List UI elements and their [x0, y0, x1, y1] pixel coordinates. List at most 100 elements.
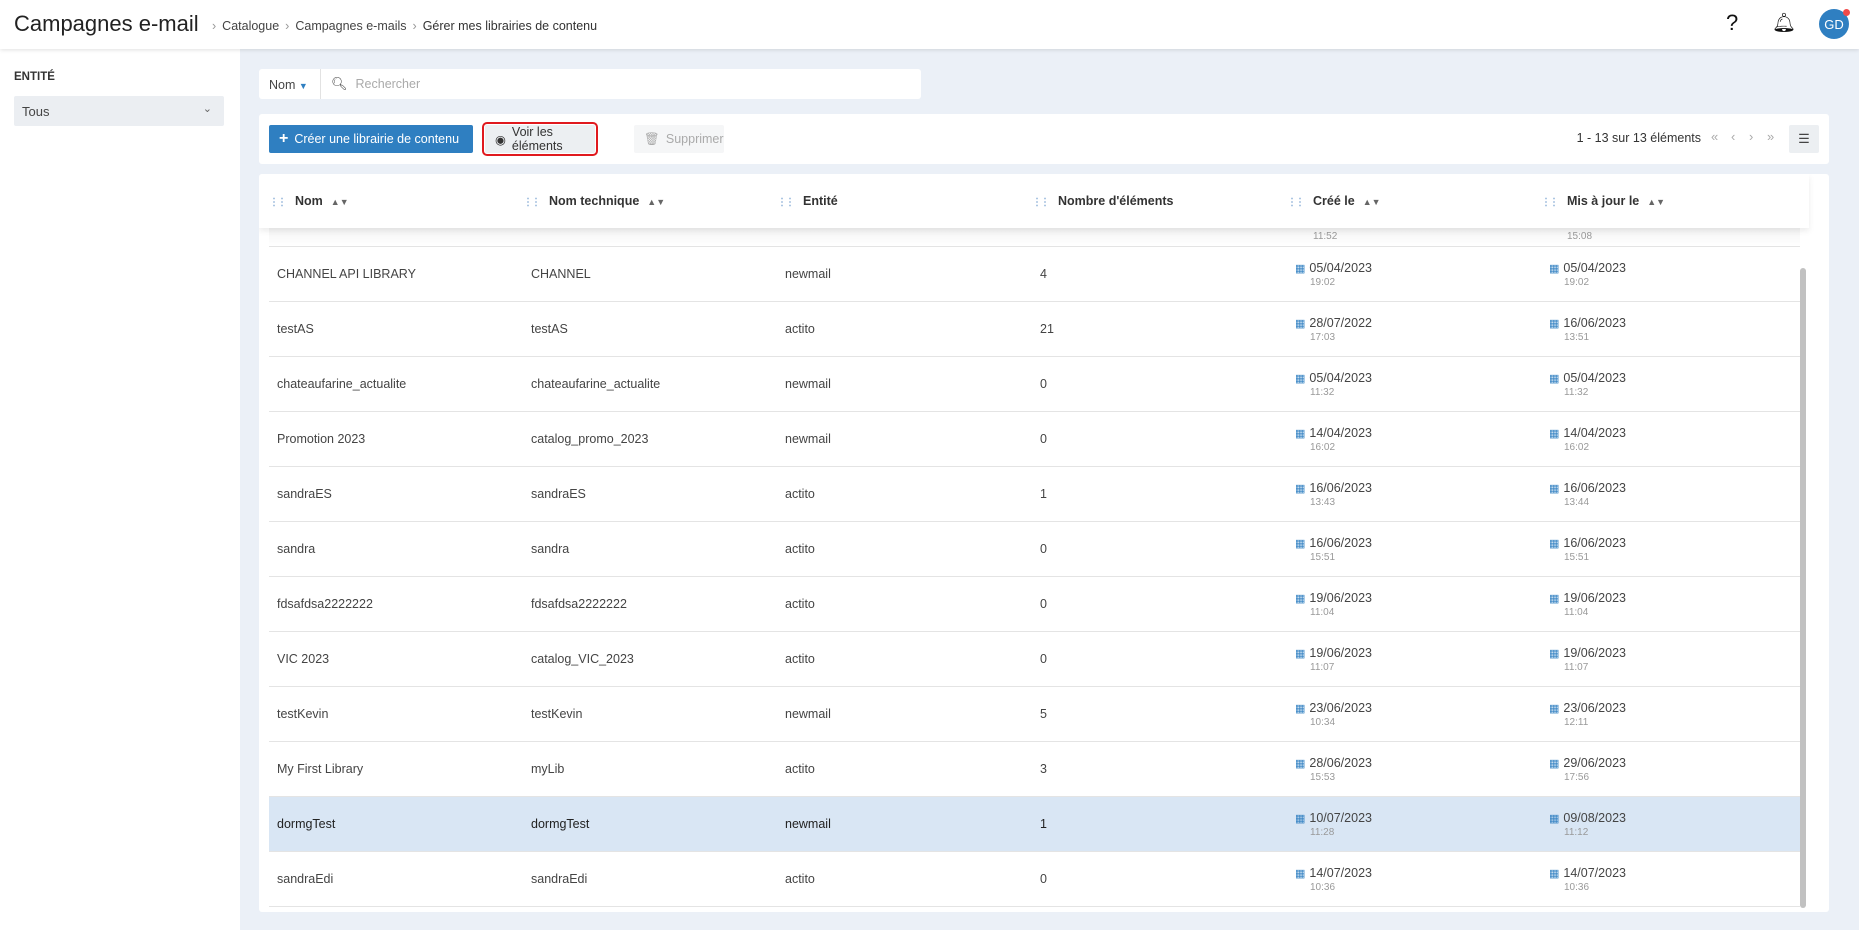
drag-handle-icon[interactable]: ⋮⋮	[523, 197, 541, 208]
column-header-nom[interactable]: ⋮⋮ Nom ▲▼	[269, 194, 349, 208]
table-row[interactable]: Promotion 2023 catalog_promo_2023 newmai…	[269, 412, 1800, 467]
avatar-initials: GD	[1824, 16, 1844, 32]
calendar-icon: ▦	[1295, 868, 1306, 880]
created-time: 15:53	[1310, 772, 1336, 783]
cell-updated: ▦ 05/04/2023 19:02	[1549, 261, 1626, 288]
prev-page-icon[interactable]: ‹	[1731, 129, 1735, 144]
cell-updated: ▦ 16/06/2023 13:51	[1549, 316, 1626, 343]
bell-icon[interactable]: 🔔︎	[1772, 11, 1796, 35]
cell-created: ▦ 14/07/2023 10:36	[1295, 866, 1372, 893]
created-time: 11:28	[1310, 827, 1335, 838]
cell-technical-name: CHANNEL	[531, 267, 591, 281]
cell-updated: ▦ 29/06/2023 17:56	[1549, 756, 1626, 783]
view-elements-button[interactable]: ◉ Voir les éléments	[482, 122, 598, 156]
updated-date: 19/06/2023	[1563, 591, 1626, 605]
cell-entity: newmail	[785, 267, 831, 281]
avatar[interactable]: GD	[1819, 9, 1850, 39]
help-icon[interactable]: ?	[1726, 10, 1738, 36]
table-row[interactable]: sandra sandra actito 0 ▦ 16/06/2023 15:51 …	[269, 522, 1800, 577]
cell-count: 4	[1040, 267, 1047, 281]
calendar-icon: ▦	[1295, 703, 1306, 715]
cell-name: My First Library	[277, 762, 364, 776]
table-row[interactable]: sandraEdi sandraEdi actito 0 ▦ 14/07/2023…	[269, 852, 1800, 907]
table-row[interactable]: VIC 2023 catalog_VIC_2023 actito 0 ▦ 19/0…	[269, 632, 1800, 687]
app-title: Campagnes e-mail	[14, 11, 199, 36]
table-row[interactable]: fdsafdsa2222222 fdsafdsa2222222 actito 0…	[269, 577, 1800, 632]
created-date: 19/06/2023	[1309, 591, 1372, 605]
updated-time: 15:51	[1564, 552, 1590, 563]
delete-label: Supprimer	[665, 132, 724, 146]
table-row[interactable]: dormgTest dormgTest newmail 1 ▦ 10/07/202…	[269, 797, 1800, 852]
cell-entity: actito	[785, 652, 815, 666]
drag-handle-icon[interactable]: ⋮⋮	[777, 197, 795, 208]
calendar-icon: ▦	[1295, 373, 1306, 385]
calendar-icon: ▦	[1295, 538, 1306, 550]
entity-select[interactable]: Tous ⌄	[14, 96, 224, 126]
cell-updated: ▦ 19/06/2023 11:04	[1549, 591, 1626, 618]
calendar-icon: ▦	[1295, 483, 1306, 495]
cell-technical-name: chateaufarine_actualite	[531, 377, 661, 391]
cell-technical-name: fdsafdsa2222222	[531, 597, 627, 611]
calendar-icon: ▦	[1549, 483, 1560, 495]
updated-date: 09/08/2023	[1563, 811, 1626, 825]
search-field-select[interactable]: Nom ▼	[259, 69, 321, 99]
updated-time: 11:32	[1564, 387, 1589, 398]
sort-icon[interactable]: ▲▼	[647, 197, 665, 207]
cell-entity: actito	[785, 322, 815, 336]
table-row[interactable]: testKevin testKevin newmail 5 ▦ 23/06/202…	[269, 687, 1800, 742]
table-row[interactable]: chateaufarine_actualite chateaufarine_ac…	[269, 357, 1800, 412]
column-header-nombre[interactable]: ⋮⋮ Nombre d'éléments	[1032, 194, 1174, 208]
sort-icon[interactable]: ▲▼	[331, 197, 349, 207]
create-library-button[interactable]: + Créer une librairie de contenu	[269, 125, 473, 153]
cell-count: 5	[1040, 707, 1047, 721]
first-page-icon[interactable]: «	[1711, 129, 1718, 144]
column-header-nom-technique[interactable]: ⋮⋮ Nom technique ▲▼	[523, 194, 665, 208]
cell-entity: actito	[785, 597, 815, 611]
scrollbar[interactable]	[1800, 268, 1806, 908]
cell-name: testAS	[277, 322, 314, 336]
drag-handle-icon[interactable]: ⋮⋮	[1287, 197, 1305, 208]
table-row[interactable]: testAS testAS actito 21 ▦ 28/07/2022 17:03…	[269, 302, 1800, 357]
table-row[interactable]: My First Library myLib actito 3 ▦ 28/06/2…	[269, 742, 1800, 797]
updated-date: 05/04/2023	[1563, 371, 1626, 385]
created-time: 10:36	[1310, 882, 1336, 893]
sort-icon[interactable]: ▲▼	[1647, 197, 1665, 207]
cell-technical-name: dormgTest	[531, 817, 590, 831]
breadcrumb: › Catalogue › Campagnes e-mails › Gérer …	[212, 19, 597, 33]
chevron-right-icon: ›	[285, 19, 290, 33]
column-header-cree-le[interactable]: ⋮⋮ Créé le ▲▼	[1287, 194, 1381, 208]
search-bar: Nom ▼ 🔍︎	[259, 69, 921, 99]
delete-button[interactable]: 🗑︎ Supprimer	[634, 125, 724, 153]
cell-count: 0	[1040, 597, 1047, 611]
drag-handle-icon[interactable]: ⋮⋮	[1541, 197, 1559, 208]
cell-created: ▦ 14/04/2023 16:02	[1295, 426, 1372, 453]
cell-technical-name: catalog_promo_2023	[531, 432, 649, 446]
create-library-label: Créer une librairie de contenu	[294, 132, 460, 146]
column-header-entite[interactable]: ⋮⋮ Entité	[777, 194, 838, 208]
column-label: Mis à jour le	[1567, 194, 1640, 208]
created-date: 19/06/2023	[1309, 646, 1372, 660]
updated-date: 16/06/2023	[1563, 481, 1626, 495]
drag-handle-icon[interactable]: ⋮⋮	[269, 197, 287, 208]
cell-created: ▦ 28/07/2022 17:03	[1295, 316, 1372, 343]
updated-date: 19/06/2023	[1563, 646, 1626, 660]
table-row[interactable]: CHANNEL API LIBRARY CHANNEL newmail 4 ▦ 0…	[269, 247, 1800, 302]
updated-time: 12:11	[1564, 717, 1589, 728]
list-view-icon[interactable]: ☰	[1789, 125, 1819, 153]
created-date: 05/04/2023	[1309, 371, 1372, 385]
table-row-partial[interactable]: 11:52 15:08	[269, 228, 1800, 247]
column-label: Créé le	[1313, 194, 1355, 208]
sort-icon[interactable]: ▲▼	[1363, 197, 1381, 207]
table-row[interactable]: sandraES sandraES actito 1 ▦ 16/06/2023 13…	[269, 467, 1800, 522]
calendar-icon: ▦	[1295, 318, 1306, 330]
next-page-icon[interactable]: ›	[1749, 129, 1753, 144]
last-page-icon[interactable]: »	[1767, 129, 1774, 144]
drag-handle-icon[interactable]: ⋮⋮	[1032, 197, 1050, 208]
top-header: Campagnes e-mail › Catalogue › Campagnes…	[0, 0, 1859, 49]
toolbar: + Créer une librairie de contenu ◉ Voir le…	[259, 114, 1829, 164]
breadcrumb-catalogue[interactable]: Catalogue	[222, 19, 279, 33]
calendar-icon: ▦	[1549, 648, 1560, 660]
column-header-mis-a-jour[interactable]: ⋮⋮ Mis à jour le ▲▼	[1541, 194, 1665, 208]
search-input[interactable]	[355, 77, 856, 91]
breadcrumb-campagnes[interactable]: Campagnes e-mails	[295, 19, 406, 33]
